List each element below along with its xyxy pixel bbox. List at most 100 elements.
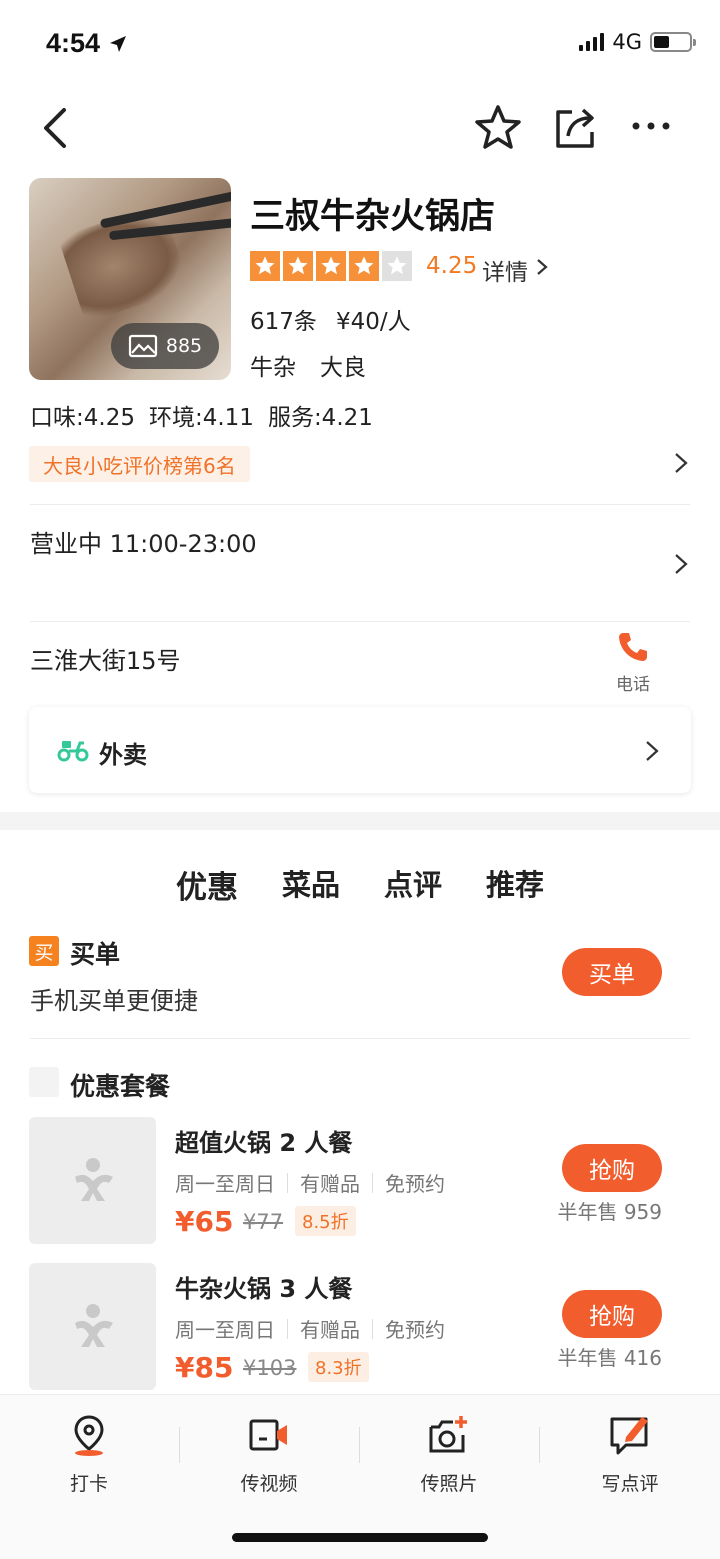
share-icon[interactable] — [552, 104, 598, 150]
network-label: 4G — [612, 30, 642, 54]
bottom-action-1[interactable]: 传视频 — [209, 1413, 329, 1496]
bottom-action-3[interactable]: 写点评 — [570, 1413, 690, 1496]
back-icon[interactable] — [36, 104, 76, 152]
tab-2[interactable]: 点评 — [384, 862, 442, 907]
rank-badge[interactable]: 大良小吃评价榜第6名 — [29, 446, 250, 482]
deal-image-placeholder[interactable] — [29, 1263, 156, 1390]
write-review-icon — [608, 1413, 652, 1461]
grab-deal-button[interactable]: 抢购 — [562, 1290, 662, 1338]
delivery-entry[interactable]: 外卖 — [29, 707, 691, 793]
shop-name: 三叔牛杂火锅店 — [250, 197, 496, 237]
checkin-pin-icon — [67, 1413, 111, 1461]
rating-star-icon — [250, 251, 280, 281]
active-tab-underline — [175, 899, 238, 906]
upload-video-icon — [247, 1413, 291, 1461]
photo-count-badge[interactable]: 885 — [111, 323, 219, 369]
buy-title: 买单 — [70, 940, 121, 969]
package-badge-icon — [29, 1067, 59, 1097]
bottom-action-label: 写点评 — [601, 1473, 659, 1495]
star-icon[interactable] — [474, 104, 522, 150]
rating-star-icon — [349, 251, 379, 281]
delivery-label: 外卖 — [99, 741, 147, 769]
business-hours[interactable]: 营业中 11:00-23:00 — [30, 524, 257, 559]
deal-image-placeholder[interactable] — [29, 1117, 156, 1244]
deal-name: 牛杂火锅 3 人餐 — [175, 1275, 353, 1303]
bottom-bar-separator — [359, 1427, 360, 1463]
grab-deal-button[interactable]: 抢购 — [562, 1144, 662, 1192]
deal-tag: 免预约 — [385, 1318, 445, 1342]
star-rating — [250, 251, 412, 281]
signal-icon — [579, 33, 605, 51]
buy-badge: 买 — [29, 936, 59, 966]
bottom-bar-separator — [539, 1427, 540, 1463]
deal-tags: 周一至周日 有赠品 免预约 — [175, 1168, 445, 1197]
tab-0[interactable]: 优惠 — [175, 862, 238, 907]
tag-separator — [287, 1172, 288, 1193]
deal-name: 超值火锅 2 人餐 — [175, 1129, 353, 1157]
deal-item[interactable]: 牛杂火锅 3 人餐 周一至周日 有赠品 免预约 ¥85 ¥103 8.3折 抢购 半年售 416 — [29, 1263, 691, 1391]
section-gap — [0, 812, 720, 830]
deal-original-price: ¥103 — [243, 1356, 297, 1380]
deal-sold-count: 半年售 959 — [557, 1200, 662, 1224]
upload-photo-icon — [427, 1413, 471, 1461]
rating-detail-link[interactable]: 详情 — [482, 253, 528, 287]
battery-icon — [650, 32, 696, 52]
home-indicator — [232, 1533, 488, 1542]
deal-price: ¥65 — [175, 1205, 234, 1238]
more-icon[interactable] — [630, 114, 672, 138]
rating-star-icon — [283, 251, 313, 281]
tag-separator — [287, 1318, 288, 1339]
deal-original-price: ¥77 — [243, 1210, 284, 1234]
per-person-price: ¥40/人 — [336, 309, 411, 335]
chevron-right-icon — [646, 741, 659, 761]
deal-tags: 周一至周日 有赠品 免预约 — [175, 1314, 445, 1343]
deal-discount-badge: 8.3折 — [308, 1352, 369, 1382]
deal-tag: 周一至周日 — [175, 1172, 275, 1196]
deal-tag: 有赠品 — [300, 1318, 360, 1342]
score-breakdown: 口味:4.25 环境:4.11 服务:4.21 — [30, 398, 373, 432]
tab-3[interactable]: 推荐 — [486, 862, 544, 907]
environment-score: 环境:4.11 — [148, 405, 254, 431]
area-tag: 大良 — [320, 355, 366, 381]
bottom-action-label: 打卡 — [69, 1473, 108, 1495]
section-tabs: 优惠 菜品 点评 推荐 — [0, 862, 720, 907]
phone-icon[interactable] — [616, 630, 650, 664]
status-time: 4:54 — [46, 28, 128, 59]
bottom-action-label: 传视频 — [240, 1473, 298, 1495]
chevron-right-icon[interactable] — [674, 452, 688, 474]
tag-separator — [372, 1172, 373, 1193]
deal-placeholder-icon — [65, 1151, 121, 1211]
divider — [30, 504, 690, 505]
phone-label[interactable]: 电话 — [616, 670, 650, 695]
rating-value: 4.25 — [426, 253, 478, 279]
deal-discount-badge: 8.5折 — [295, 1206, 356, 1236]
chevron-right-icon[interactable] — [674, 553, 688, 575]
deal-placeholder-icon — [65, 1297, 121, 1357]
bottom-action-0[interactable]: 打卡 — [29, 1413, 149, 1496]
bottom-action-2[interactable]: 传照片 — [389, 1413, 509, 1496]
buy-subtitle: 手机买单更便捷 — [30, 987, 198, 1015]
deal-item[interactable]: 超值火锅 2 人餐周一至周日 有赠品 免预约 ¥65 ¥77 8.5折 抢购半年售 959 — [29, 1117, 691, 1245]
location-arrow-icon — [109, 36, 126, 52]
deal-tag: 有赠品 — [300, 1172, 360, 1196]
chevron-right-icon[interactable] — [536, 258, 548, 276]
buy-button[interactable]: 买单 — [562, 948, 662, 996]
review-count[interactable]: 617条 — [250, 302, 317, 336]
delivery-scooter-icon — [57, 741, 89, 762]
photo-count: 885 — [165, 335, 203, 357]
category-tag: 牛杂 — [250, 355, 296, 381]
rating-star-icon — [316, 251, 346, 281]
taste-score: 口味:4.25 — [30, 405, 135, 431]
status-indicators: 4G — [579, 30, 696, 54]
package-title: 优惠套餐 — [70, 1072, 171, 1101]
tag-separator — [372, 1318, 373, 1339]
deal-tag: 周一至周日 — [175, 1318, 275, 1342]
address[interactable]: 三淮大街15号 — [30, 641, 181, 676]
bottom-bar-separator — [179, 1427, 180, 1463]
deal-price: ¥85 — [175, 1351, 234, 1384]
tab-1[interactable]: 菜品 — [282, 862, 340, 907]
service-score: 服务:4.21 — [267, 405, 373, 431]
deal-tag: 免预约 — [385, 1172, 445, 1196]
divider — [30, 1038, 690, 1039]
shop-photo[interactable]: 885 — [29, 178, 231, 380]
